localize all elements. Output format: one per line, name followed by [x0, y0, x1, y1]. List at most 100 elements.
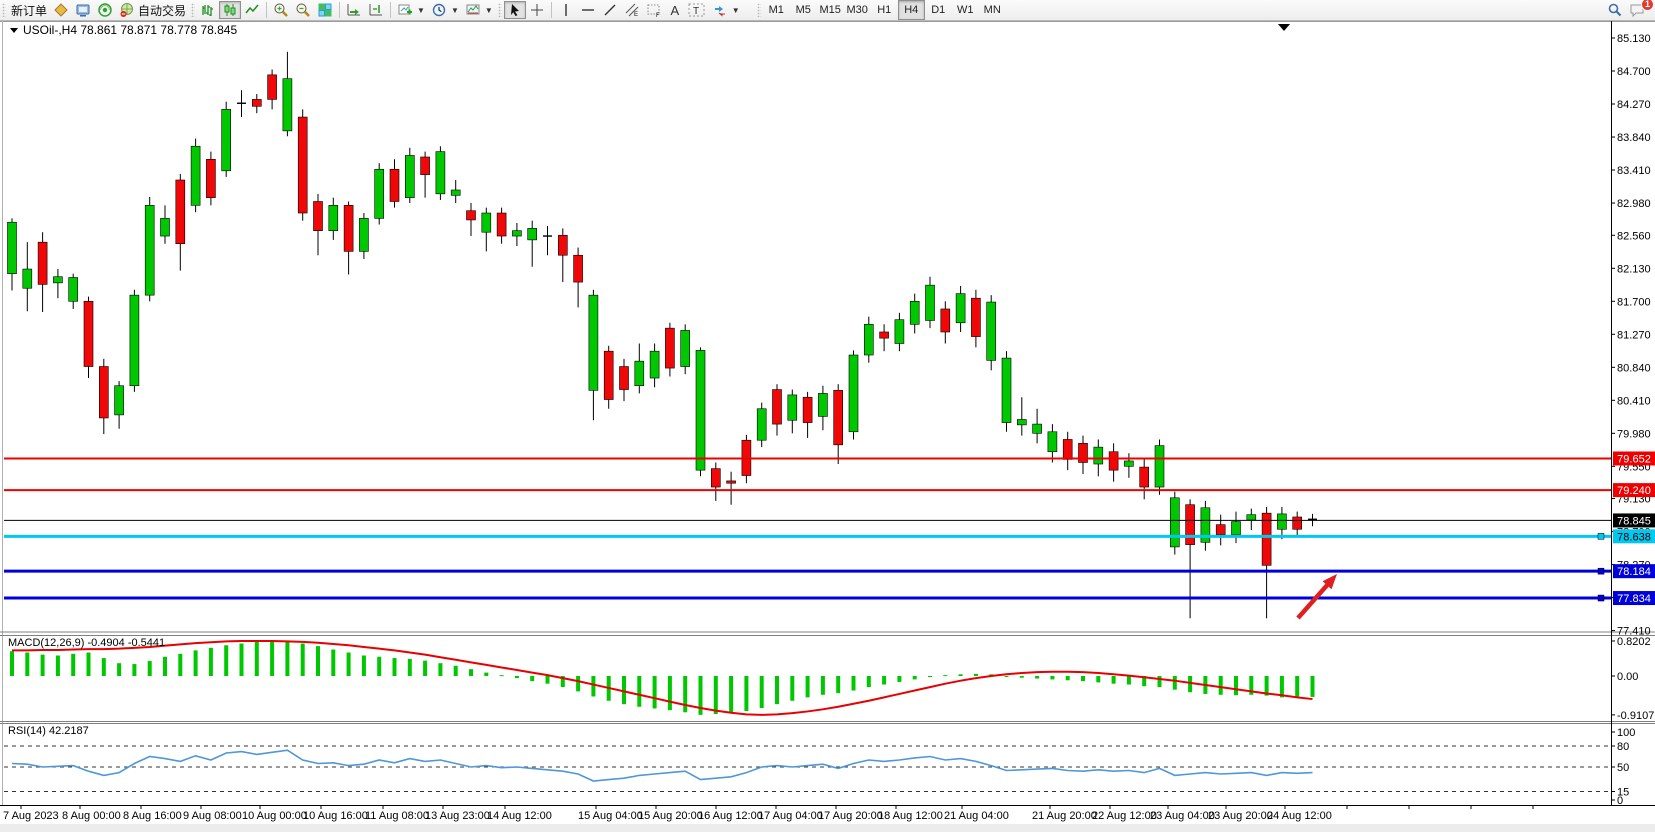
timeframe-d1-button[interactable]: D1 [925, 0, 952, 20]
macd-histogram-bar [1219, 676, 1223, 695]
candle-body [436, 152, 445, 194]
candle-body [161, 218, 170, 236]
timeframe-h1-button[interactable]: H1 [871, 0, 898, 20]
trendline-icon [602, 2, 618, 18]
trendline-tool-button[interactable] [599, 1, 621, 19]
macd-histogram-bar [500, 675, 504, 676]
metaquotes-button[interactable] [50, 1, 72, 19]
macd-histogram-bar [515, 676, 519, 678]
candle-body [849, 355, 858, 432]
level-handle[interactable] [1598, 533, 1604, 539]
price-tick-label: 82.130 [1617, 263, 1651, 275]
macd-histogram-bar [285, 642, 289, 676]
timeframe-m5-button[interactable]: M5 [790, 0, 817, 20]
cursor-tool-button[interactable] [504, 1, 526, 19]
price-tick-label: 84.700 [1617, 66, 1651, 78]
level-handle[interactable] [1598, 595, 1604, 601]
time-axis-label: 8 Aug 16:00 [123, 810, 182, 822]
candle-body [467, 211, 476, 220]
channel-tool-icon: E [624, 2, 640, 18]
macd-histogram-bar [760, 676, 764, 708]
macd-histogram-bar [117, 663, 121, 676]
fibonacci-tool-button[interactable]: F [643, 1, 665, 19]
time-axis-label: 23 Aug 20:00 [1208, 810, 1273, 822]
macd-histogram-bar [41, 655, 45, 676]
candle-body [145, 205, 154, 295]
symbol-ohlc-header: USOil-,H4 78.861 78.871 78.778 78.845 [23, 23, 237, 37]
horizontal-line-tool-button[interactable] [577, 1, 599, 19]
chevron-down-icon: ▼ [485, 6, 493, 15]
auto-trading-button[interactable]: 自动交易 [116, 1, 189, 19]
macd-histogram-bar [347, 653, 351, 676]
timeframe-m15-button[interactable]: M15 [817, 0, 844, 20]
bar-chart-type-button[interactable] [197, 1, 219, 19]
macd-histogram-bar [240, 644, 244, 676]
time-axis-label: 21 Aug 20:00 [1032, 810, 1097, 822]
price-tick-label: 80.410 [1617, 395, 1651, 407]
terminal-button[interactable] [72, 1, 94, 19]
candle-body [757, 409, 766, 440]
timeframe-w1-button[interactable]: W1 [952, 0, 979, 20]
macd-histogram-bar [469, 669, 473, 676]
rsi-tick-label: 50 [1617, 762, 1629, 774]
candle-body [283, 79, 292, 131]
chevron-down-icon: ▼ [417, 6, 425, 15]
macd-tick-label: 0.00 [1617, 671, 1638, 683]
macd-histogram-bar [637, 676, 641, 707]
macd-histogram-bar [148, 661, 152, 676]
level-handle[interactable] [1598, 568, 1604, 574]
text-tool-button[interactable]: A [665, 1, 685, 19]
price-tick-label: 85.130 [1617, 33, 1651, 45]
price-level-label: 79.240 [1617, 485, 1651, 497]
macd-histogram-bar [71, 654, 75, 676]
zoom-out-button[interactable] [292, 1, 314, 19]
candle-body [1293, 517, 1302, 529]
new-chart-icon [397, 2, 413, 18]
notifications-button[interactable]: 1 [1626, 1, 1649, 19]
timeframe-m1-button[interactable]: M1 [763, 0, 790, 20]
line-chart-type-button[interactable] [241, 1, 263, 19]
crosshair-tool-button[interactable] [526, 1, 548, 19]
new-chart-button[interactable]: ▼ [394, 1, 428, 19]
timeframe-m30-button[interactable]: M30 [844, 0, 871, 20]
svg-text:F: F [656, 13, 660, 18]
timeframe-mn-button[interactable]: MN [979, 0, 1006, 20]
macd-histogram-bar [653, 676, 657, 708]
macd-histogram-bar [530, 676, 534, 681]
rsi-tick-label: 80 [1617, 741, 1629, 753]
signal-button[interactable] [94, 1, 116, 19]
candle-body [604, 351, 613, 399]
candle-body [8, 222, 17, 273]
candle-body [53, 277, 62, 283]
candlestick-chart-type-button[interactable] [219, 1, 241, 19]
macd-histogram-bar [423, 661, 427, 676]
auto-scroll-button[interactable] [343, 1, 365, 19]
equidistant-channel-tool-button[interactable]: E [621, 1, 643, 19]
zoom-in-button[interactable] [270, 1, 292, 19]
search-button[interactable] [1604, 1, 1626, 19]
text-label-tool-button[interactable]: T [685, 1, 709, 19]
period-button[interactable]: ▼ [428, 1, 462, 19]
candle-body [665, 328, 674, 368]
candle-body [115, 386, 124, 415]
candle-body [421, 157, 430, 175]
arrows-tool-button[interactable]: ▼ [709, 1, 743, 19]
macd-histogram-bar [132, 664, 136, 676]
candle-body [910, 301, 919, 324]
tile-windows-button[interactable] [314, 1, 336, 19]
candle-body [344, 205, 353, 251]
candle-body [589, 295, 598, 390]
macd-histogram-bar [1096, 676, 1100, 682]
macd-histogram-bar [928, 676, 932, 677]
template-button[interactable]: ▼ [462, 1, 496, 19]
price-tick-label: 84.270 [1617, 99, 1651, 111]
timeframe-h4-button[interactable]: H4 [898, 0, 925, 20]
macd-histogram-bar [1127, 676, 1131, 685]
candle-body [130, 295, 139, 386]
time-axis-label: 10 Aug 00:00 [242, 810, 307, 822]
vertical-line-tool-button[interactable] [555, 1, 577, 19]
macd-histogram-bar [852, 676, 856, 691]
chart-canvas[interactable]: 85.13084.70084.27083.84083.41082.98082.5… [0, 0, 1655, 832]
new-order-button[interactable]: 新订单 [8, 1, 50, 19]
chart-shift-button[interactable] [365, 1, 387, 19]
